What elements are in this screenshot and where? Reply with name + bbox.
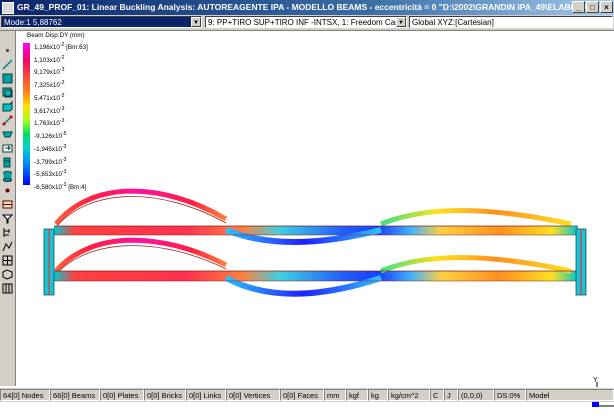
status-unit-energy[interactable]: J: [444, 389, 458, 401]
legend-label-mantissa: -1,945x10: [34, 145, 63, 153]
mode-select[interactable]: Mode:1 5,88762 ▼: [1, 16, 202, 28]
node-icon[interactable]: [1, 128, 14, 141]
legend-label-mantissa: 9,179x10: [34, 69, 60, 77]
link-icon[interactable]: [1, 114, 14, 127]
tree-icon[interactable]: [1, 226, 14, 239]
graph-icon[interactable]: [1, 240, 14, 253]
legend-label: -5,653x10-3: [34, 169, 66, 178]
cylinder-icon[interactable]: [1, 170, 14, 183]
close-button[interactable]: ×: [600, 1, 613, 13]
chevron-down-icon[interactable]: ▼: [396, 17, 406, 27]
status-faces: 0[0] Faces: [280, 389, 324, 401]
table2-icon[interactable]: [1, 282, 14, 295]
legend-label-exponent: -5: [62, 131, 67, 138]
status-bar: 64[0] Nodes 66[0] Beams 0[0] Plates 0[0]…: [0, 387, 614, 402]
status-bricks: 0[0] Bricks: [144, 389, 186, 401]
mode-select-value: Mode:1 5,88762: [4, 18, 62, 27]
app-icon: [2, 2, 14, 14]
upper-frame: [54, 188, 578, 245]
legend-label-suffix: [Bm:4]: [66, 184, 87, 192]
legend-label-mantissa: -3,799x10: [34, 158, 63, 166]
brick-icon[interactable]: [1, 100, 14, 113]
legend-label: 1,763x10-3: [34, 118, 64, 127]
legend-label-exponent: -3: [59, 92, 65, 99]
window-controls: _ □ ×: [572, 1, 613, 14]
line-icon[interactable]: [1, 58, 14, 71]
status-plates: 0[0] Plates: [100, 389, 144, 401]
maximize-button[interactable]: □: [586, 1, 599, 13]
extrude-icon[interactable]: [1, 156, 14, 169]
legend-label-exponent: -3: [62, 156, 67, 163]
grid-icon[interactable]: [1, 198, 14, 211]
y-axis-label: Y: [593, 377, 598, 384]
left-toolbar: [0, 31, 16, 386]
table-icon[interactable]: [1, 254, 14, 267]
status-unit-temp[interactable]: C: [430, 389, 444, 401]
status-ds: DS:0%: [494, 389, 526, 401]
copy-icon[interactable]: [1, 142, 14, 155]
load-case-select-value: 9: PP+TIRO SUP+TIRO INF -INTSX, 1: Freed…: [208, 18, 404, 27]
contour-legend: Beam Disp:DY (mm) 1,196x10-2 [Bm:63] 1,10…: [18, 32, 168, 192]
legend-label: -3,799x10-3: [34, 157, 66, 166]
legend-label-mantissa: 3,617x10: [34, 107, 60, 115]
status-unit-mass[interactable]: kg: [368, 389, 388, 401]
legend-label: 7,325x10-3: [34, 80, 64, 89]
legend-color-bar: [23, 43, 30, 185]
legend-label-suffix: [Bm:63]: [64, 44, 88, 52]
legend-label: -9,126x10-5: [34, 131, 66, 140]
legend-label: -6,580x10-3 [Bm:4]: [34, 182, 86, 191]
legend-label-mantissa: -9,126x10: [34, 133, 63, 141]
legend-label-mantissa: 1,196x10: [34, 44, 60, 52]
legend-label-exponent: -3: [62, 143, 67, 150]
minimize-button[interactable]: _: [572, 1, 585, 13]
legend-label: -1,945x10-3: [34, 144, 66, 153]
legend-label-mantissa: -5,653x10: [34, 171, 63, 179]
iso-icon[interactable]: [1, 268, 14, 281]
load-case-select[interactable]: 9: PP+TIRO SUP+TIRO INF -INTSX, 1: Freed…: [205, 16, 407, 28]
beam-icon[interactable]: [1, 72, 14, 85]
status-unit-length[interactable]: mm: [324, 389, 346, 401]
legend-label-mantissa: -6,580x10: [34, 184, 63, 192]
result-selector-bar: Mode:1 5,88762 ▼ 9: PP+TIRO SUP+TIRO INF…: [0, 15, 614, 31]
status-origin: (0,0,0): [458, 389, 494, 401]
status-view: Model: [526, 389, 614, 401]
legend-label: 1,196x10-2 [Bm:63]: [34, 42, 88, 51]
legend-label-exponent: -3: [62, 169, 67, 176]
plate-icon[interactable]: [1, 86, 14, 99]
title-bar: GR_49_PROF_01: Linear Buckling Analysis:…: [0, 0, 614, 15]
legend-label-exponent: -2: [59, 54, 65, 61]
legend-label-exponent: -3: [59, 80, 65, 87]
legend-title: Beam Disp:DY (mm): [27, 32, 85, 39]
right-end-support: [575, 228, 587, 296]
legend-label-mantissa: 1,763x10: [34, 120, 60, 128]
filter-icon[interactable]: [1, 212, 14, 225]
legend-label: 3,617x10-3: [34, 106, 64, 115]
status-vertices: 0[0] Vertices: [226, 389, 280, 401]
status-nodes: 64[0] Nodes: [0, 389, 50, 401]
legend-label-mantissa: 1,103x10: [34, 56, 60, 64]
legend-label: 9,179x10-3: [34, 67, 64, 76]
legend-label-mantissa: 5,471x10: [34, 95, 60, 102]
status-unit-stress[interactable]: kg/cm^2: [388, 389, 430, 401]
status-links: 0[0] Links: [186, 389, 226, 401]
coord-system-select-value: Global XYZ:[Cartesian]: [412, 18, 494, 27]
legend-label-mantissa: 7,325x10: [34, 82, 60, 90]
window-title: GR_49_PROF_01: Linear Buckling Analysis:…: [17, 2, 614, 12]
legend-label: 5,471x10-3: [34, 93, 64, 102]
legend-label-exponent: -3: [59, 67, 65, 74]
legend-label: 1,103x10-2: [34, 55, 64, 64]
select-icon[interactable]: [1, 44, 14, 57]
left-end-support: [43, 228, 55, 296]
point-icon[interactable]: [1, 184, 14, 197]
legend-label-exponent: -3: [59, 118, 65, 125]
chevron-down-icon[interactable]: ▼: [191, 17, 201, 27]
legend-label-exponent: -3: [59, 105, 65, 112]
status-unit-force[interactable]: kgf: [346, 389, 368, 401]
lower-frame: [54, 237, 578, 297]
status-beams: 66[0] Beams: [50, 389, 100, 401]
coord-system-select[interactable]: Global XYZ:[Cartesian]: [409, 16, 613, 28]
